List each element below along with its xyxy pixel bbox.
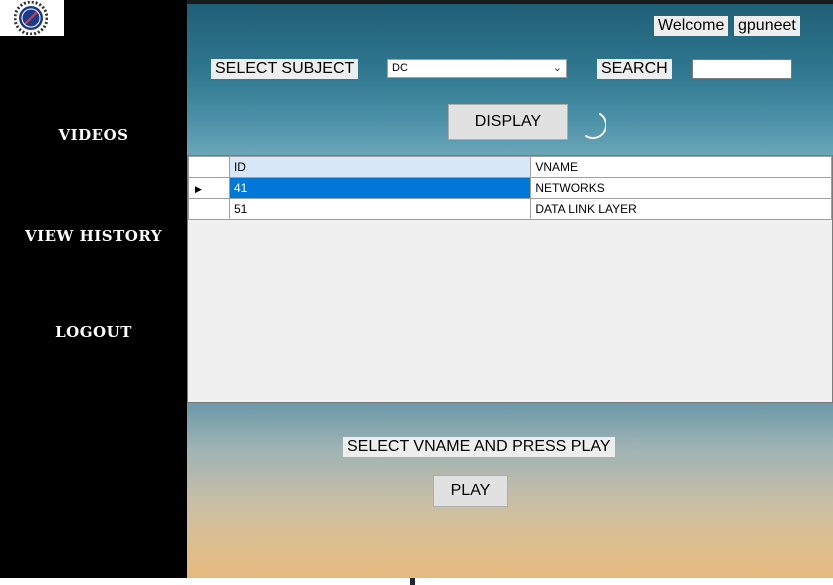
header-panel: Welcome gpuneet SELECT SUBJECT DC ⌄ SEAR…	[187, 4, 833, 155]
sidebar: VIDEOS VIEW HISTORY LOGOUT	[0, 0, 187, 585]
table-row[interactable]: ▶ 41 NETWORKS	[188, 177, 832, 199]
row-header[interactable]	[188, 198, 230, 220]
gear-logo-icon	[14, 1, 48, 35]
subject-dropdown[interactable]: DC ⌄	[387, 59, 567, 78]
cell-vname[interactable]: DATA LINK LAYER	[530, 198, 832, 220]
cell-id[interactable]: 51	[228, 198, 532, 220]
subject-dropdown-value: DC	[392, 62, 408, 74]
triangle-right-icon: ▶	[195, 184, 202, 194]
play-button[interactable]: PLAY	[433, 475, 508, 507]
row-header[interactable]: ▶	[188, 177, 230, 199]
video-grid[interactable]: ID VNAME ▶ 41 NETWORKS 51 DATA LINK LAYE…	[187, 155, 833, 403]
taskbar-marker	[410, 578, 415, 585]
footer-panel: SELECT VNAME AND PRESS PLAY PLAY	[187, 403, 833, 585]
grid-corner-cell	[188, 156, 230, 178]
cell-id[interactable]: 41	[228, 177, 532, 199]
logo	[0, 0, 64, 36]
grid-header-row: ID VNAME	[188, 156, 832, 178]
column-header-vname[interactable]: VNAME	[530, 156, 832, 178]
cell-vname[interactable]: NETWORKS	[530, 177, 832, 199]
select-subject-label: SELECT SUBJECT	[211, 59, 359, 79]
search-label: SEARCH	[597, 59, 672, 79]
sidebar-item-view-history[interactable]: VIEW HISTORY	[0, 227, 187, 245]
spinner-icon	[585, 113, 606, 139]
welcome-label: Welcome	[654, 16, 729, 36]
taskbar-strip	[0, 578, 833, 585]
instruction-label: SELECT VNAME AND PRESS PLAY	[343, 437, 615, 457]
column-header-id[interactable]: ID	[228, 156, 532, 178]
chevron-down-icon: ⌄	[552, 62, 562, 74]
search-input[interactable]	[692, 59, 792, 79]
sidebar-item-videos[interactable]: VIDEOS	[0, 126, 187, 144]
table-row[interactable]: 51 DATA LINK LAYER	[188, 198, 832, 220]
display-button[interactable]: DISPLAY	[448, 104, 568, 140]
username-label: gpuneet	[734, 16, 800, 36]
sidebar-item-logout[interactable]: LOGOUT	[0, 323, 187, 341]
